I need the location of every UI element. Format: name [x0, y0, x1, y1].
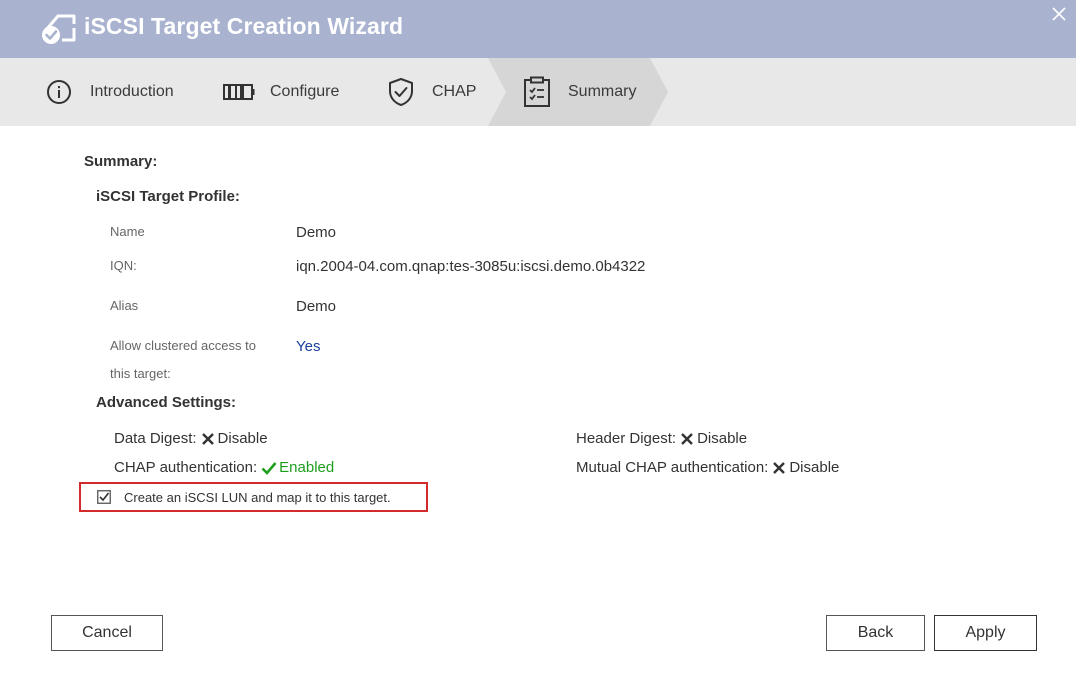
data-digest-label: Data Digest: [114, 430, 197, 447]
create-lun-label[interactable]: Create an iSCSI LUN and map it to this t… [124, 490, 391, 505]
clustered-access-label-line2: this target: [110, 366, 171, 381]
chap-authentication: CHAP authentication: Enabled [114, 459, 334, 476]
step-chap-label: CHAP [432, 83, 477, 100]
close-icon[interactable] [1050, 5, 1068, 23]
chap-authentication-label: CHAP authentication: [114, 459, 258, 476]
wizard-steps: Introduction Configure CHAP Summary [0, 58, 1076, 126]
x-icon [201, 432, 214, 445]
iqn-value: iqn.2004-04.com.qnap:tes-3085u:iscsi.dem… [296, 258, 646, 275]
clustered-access-value: Yes [296, 338, 321, 355]
checkmark-icon [261, 461, 277, 475]
window-title: iSCSI Target Creation Wizard [84, 13, 404, 39]
mutual-chap-authentication-label: Mutual CHAP authentication: [576, 459, 769, 476]
info-icon [47, 80, 71, 104]
clustered-access-label: Allow clustered access to this target: [110, 332, 256, 388]
step-summary-label: Summary [568, 83, 637, 100]
x-icon [773, 461, 786, 474]
step-introduction[interactable]: Introduction [46, 58, 174, 126]
alias-value: Demo [296, 298, 337, 315]
step-introduction-label: Introduction [90, 83, 174, 100]
step-configure[interactable]: Configure [223, 58, 339, 126]
x-icon [681, 432, 693, 445]
summary-heading: Summary: [84, 153, 158, 170]
mutual-chap-authentication-value: Disable [789, 459, 840, 476]
step-configure-label: Configure [270, 83, 340, 100]
step-summary[interactable]: Summary [523, 58, 636, 126]
create-lun-option: Create an iSCSI LUN and map it to this t… [79, 482, 428, 512]
clustered-access-label-line1: Allow clustered access to [110, 338, 256, 353]
alias-label: Alias [110, 298, 139, 313]
header-digest-label: Header Digest: [576, 430, 677, 447]
iqn-label: IQN: [110, 258, 137, 273]
iscsi-wizard-logo-icon [42, 14, 76, 44]
apply-button[interactable]: Apply [934, 615, 1037, 651]
chap-authentication-value: Enabled [279, 459, 335, 476]
name-value: Demo [296, 224, 337, 241]
advanced-settings-heading: Advanced Settings: [96, 394, 237, 411]
mutual-chap-authentication: Mutual CHAP authentication: Disable [576, 459, 839, 476]
cancel-button[interactable]: Cancel [51, 615, 163, 651]
header-digest: Header Digest: Disable [576, 430, 747, 447]
step-chap[interactable]: CHAP [387, 58, 476, 126]
title-bar: iSCSI Target Creation Wizard [0, 0, 1076, 58]
back-button[interactable]: Back [826, 615, 925, 651]
data-digest-value: Disable [217, 430, 268, 447]
shield-check-icon [389, 78, 413, 106]
clipboard-check-icon [524, 76, 550, 107]
profile-heading: iSCSI Target Profile: [96, 188, 240, 205]
create-lun-checkbox[interactable] [97, 490, 111, 504]
data-digest: Data Digest: Disable [114, 430, 268, 447]
configure-icon [223, 84, 255, 100]
name-label: Name [110, 224, 145, 239]
header-digest-value: Disable [697, 430, 748, 447]
